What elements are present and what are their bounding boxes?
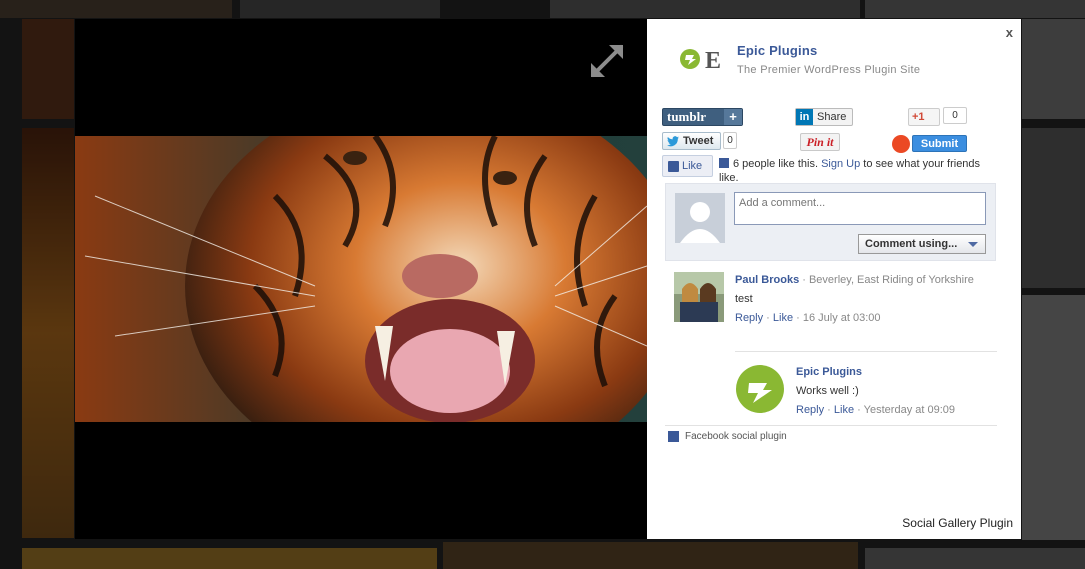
- thumbs-up-icon: [668, 160, 679, 172]
- comment-using-label: Comment using...: [865, 238, 958, 250]
- comment-input[interactable]: [734, 192, 986, 225]
- like-link[interactable]: Like: [773, 312, 793, 324]
- lightbox: x E Epic Plugins The Premier WordPress P…: [75, 19, 1021, 539]
- reply-divider: [735, 351, 997, 352]
- gallery-photo-tiger: [75, 136, 647, 422]
- tweet-label: Tweet: [683, 135, 714, 147]
- facebook-social-plugin-footer[interactable]: Facebook social plugin: [668, 431, 787, 442]
- like-label: Like: [682, 160, 703, 172]
- commenter-location: · Beverley, East Riding of Yorkshire: [799, 274, 974, 286]
- facebook-like-button[interactable]: Like: [662, 155, 713, 177]
- facebook-like-count-text: 6 people like this. Sign Up to see what …: [719, 157, 989, 185]
- fullscreen-expand-icon[interactable]: [585, 39, 629, 83]
- image-viewer: [75, 19, 647, 539]
- like-link[interactable]: Like: [834, 404, 854, 416]
- facebook-icon: [719, 158, 729, 168]
- tweet-count: 0: [723, 132, 737, 149]
- reply-timestamp: Yesterday at 09:09: [863, 404, 956, 416]
- fb-plugin-label: Facebook social plugin: [685, 431, 787, 442]
- comment-text: test: [735, 293, 753, 305]
- epic-plugins-avatar[interactable]: [735, 364, 785, 414]
- comment-form: Comment using...: [665, 183, 996, 261]
- stumbleupon-submit-button[interactable]: Submit: [912, 135, 967, 152]
- stumbleupon-icon[interactable]: [892, 135, 910, 153]
- reply-author-name-link[interactable]: Epic Plugins: [796, 366, 862, 378]
- gplus-count: 0: [943, 107, 967, 124]
- tumblr-share-button[interactable]: tumblr +: [662, 108, 743, 126]
- gplus-label: +1: [912, 111, 925, 123]
- brand-header: E Epic Plugins The Premier WordPress Plu…: [679, 41, 920, 77]
- stumbleupon-label: Submit: [920, 137, 959, 150]
- sign-up-link[interactable]: Sign Up: [821, 158, 860, 170]
- comment-using-dropdown[interactable]: Comment using...: [858, 234, 986, 254]
- default-avatar: [675, 193, 725, 243]
- comment-actions: Reply · Like · 16 July at 03:00: [735, 312, 881, 324]
- pinit-label: Pin it: [806, 134, 834, 149]
- epic-plugins-logo-icon[interactable]: E: [679, 41, 723, 77]
- google-plus-one-button[interactable]: +1: [908, 108, 940, 126]
- linkedin-icon: in: [796, 109, 813, 125]
- twitter-bird-icon: [667, 135, 679, 146]
- tumblr-plus-icon: +: [724, 109, 742, 125]
- svg-text:E: E: [705, 48, 721, 74]
- reply-text: Works well :): [796, 385, 859, 397]
- close-icon[interactable]: x: [1006, 25, 1013, 40]
- commenter-name-link[interactable]: Paul Brooks: [735, 274, 799, 286]
- reply-link[interactable]: Reply: [796, 404, 824, 416]
- social-sidebar: x E Epic Plugins The Premier WordPress P…: [647, 19, 1021, 539]
- tumblr-label: tumblr: [667, 109, 706, 124]
- commenter-avatar[interactable]: [674, 272, 724, 322]
- comment-timestamp: 16 July at 03:00: [802, 312, 881, 324]
- comments-divider: [665, 425, 997, 426]
- brand-name-link[interactable]: Epic Plugins: [737, 43, 920, 58]
- reply-actions: Reply · Like · Yesterday at 09:09: [796, 404, 956, 416]
- pinterest-pin-it-button[interactable]: Pin it: [800, 133, 840, 151]
- like-count-text: 6 people like this.: [733, 158, 818, 170]
- brand-tagline: The Premier WordPress Plugin Site: [737, 63, 921, 76]
- chevron-down-icon: [968, 242, 978, 247]
- linkedin-label: Share: [817, 111, 847, 123]
- social-gallery-credit[interactable]: Social Gallery Plugin: [902, 516, 1013, 530]
- reply-link[interactable]: Reply: [735, 312, 763, 324]
- facebook-icon: [668, 431, 679, 442]
- tweet-button[interactable]: Tweet: [662, 132, 721, 150]
- linkedin-share-button[interactable]: in Share: [795, 108, 853, 126]
